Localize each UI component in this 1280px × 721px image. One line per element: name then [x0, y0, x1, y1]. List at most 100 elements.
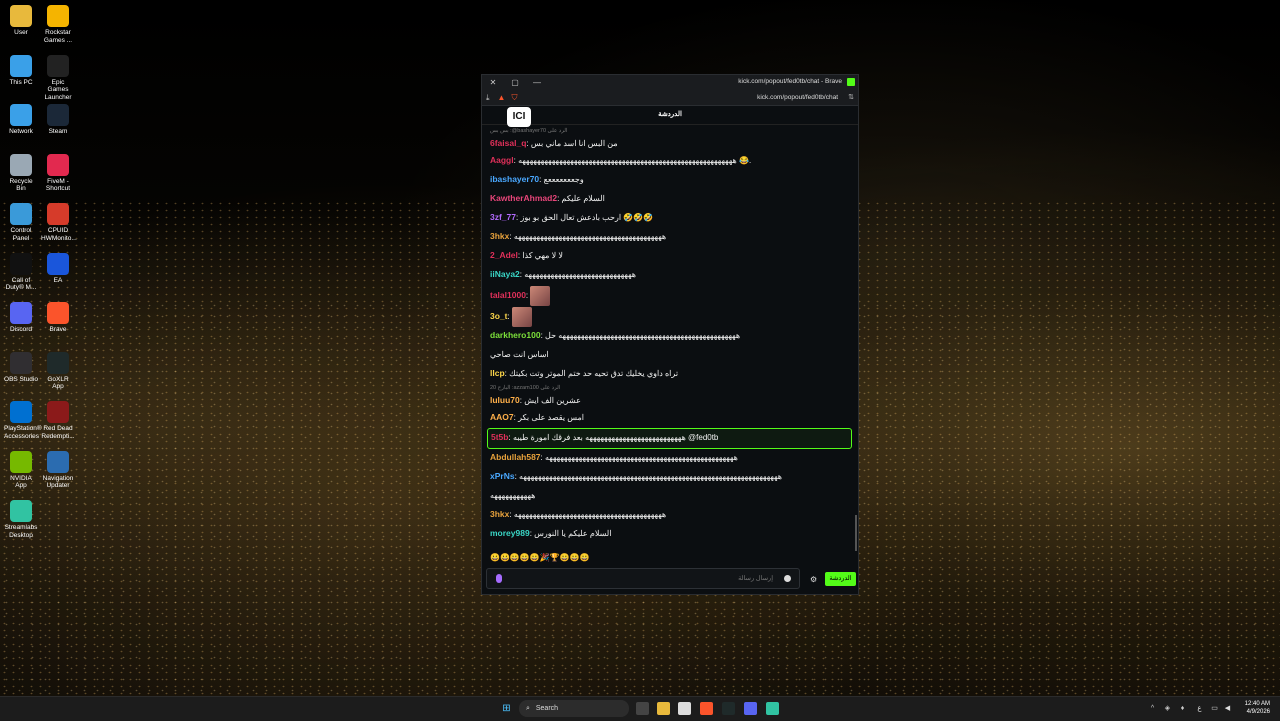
clock[interactable]: 12:40 AM 4/9/2026: [1245, 700, 1270, 716]
chat-text: هههههههههههههههههههههههههههههههههههههههه…: [518, 156, 752, 165]
brave-taskbar-icon[interactable]: [700, 702, 713, 715]
send-button[interactable]: الدردشة: [825, 572, 856, 586]
goxlr-taskbar-icon[interactable]: [722, 702, 735, 715]
chat-username[interactable]: luluu70: [490, 395, 520, 405]
volume-icon[interactable]: ◀: [1221, 702, 1234, 715]
desktop-icon[interactable]: Navigation Updater: [41, 450, 75, 490]
language-indicator[interactable]: ع: [1193, 702, 1206, 715]
game-icon[interactable]: ◈: [1161, 702, 1174, 715]
chat-message[interactable]: llcp: تراه داوي يخليك تدق تحيه حد ختم ال…: [487, 365, 853, 384]
chat-text: هههههههههههههههههههههههههههههههههههههههه…: [545, 331, 741, 340]
desktop-icon[interactable]: Discord: [4, 302, 38, 334]
gear-icon[interactable]: ⚙: [810, 575, 817, 584]
desktop-icon[interactable]: This PC: [4, 54, 38, 87]
share-icon[interactable]: ⇅: [848, 93, 854, 101]
chat-message[interactable]: 3zf_77: ارحب بادعش تعال الحق بو بوز 🤣🤣🤣: [487, 209, 853, 228]
chat-username[interactable]: Abdullah587: [490, 452, 541, 462]
chat-username[interactable]: llcp: [490, 368, 505, 378]
emote-image[interactable]: [530, 285, 551, 306]
chat-username[interactable]: iiNaya2: [490, 269, 520, 279]
chat-message[interactable]: 3o_t:: [487, 306, 853, 327]
emoji-icon[interactable]: [784, 575, 791, 582]
chat-username[interactable]: KawtherAhmad2: [490, 193, 557, 203]
network-icon[interactable]: ▭: [1208, 702, 1221, 715]
streamlabs-taskbar-icon[interactable]: [766, 702, 779, 715]
chat-message[interactable]: اساس انت صاحي: [487, 346, 853, 365]
chat-message[interactable]: KawtherAhmad2: السلام عليكم: [487, 190, 853, 209]
chat-message[interactable]: morey989: السلام عليكم يا النورس: [487, 525, 853, 544]
chat-username[interactable]: 3o_t: [490, 311, 507, 321]
brave-rewards-icon[interactable]: ▲: [498, 93, 506, 102]
chat-username[interactable]: morey989: [490, 528, 530, 538]
chat-username[interactable]: 3hkx: [490, 231, 509, 241]
chat-message[interactable]: Aaggl: ههههههههههههههههههههههههههههههههه…: [487, 152, 853, 171]
desktop-icon[interactable]: CPUID HWMonito...: [41, 203, 77, 242]
chat-message[interactable]: talal1000:: [487, 285, 853, 306]
desktop-icon[interactable]: Network: [4, 104, 38, 136]
chat-message[interactable]: xPrNs: ههههههههههههههههههههههههههههههههه…: [487, 468, 853, 487]
search-box[interactable]: ⌕ Search: [519, 700, 629, 717]
desktop-icon[interactable]: Red Dead Redempti...: [41, 401, 75, 440]
minimize-icon[interactable]: —: [526, 78, 548, 87]
chat-username[interactable]: talal1000: [490, 290, 526, 300]
chat-username[interactable]: ibashayer70: [490, 174, 539, 184]
app-icon: [47, 153, 69, 176]
chat-message[interactable]: Abdullah587: ههههههههههههههههههههههههههه…: [487, 449, 853, 468]
chat-message[interactable]: ibashayer70: وجعععععععع: [487, 171, 853, 190]
desktop-icon[interactable]: FiveM - Shortcut: [41, 153, 75, 193]
desktop-icon[interactable]: Rockstar Games ...: [41, 5, 75, 44]
desktop-icon[interactable]: PlayStation® Accessories: [4, 401, 42, 440]
file-explorer-icon[interactable]: [657, 702, 670, 715]
chat-message[interactable]: هههههههههههه: [487, 487, 853, 506]
chat-message[interactable]: iiNaya2: هههههههههههههههههههههههههههههه: [487, 266, 853, 285]
desktop-icon[interactable]: Call of Duty® M...: [4, 252, 38, 292]
channel-avatar[interactable]: ICI: [507, 107, 531, 127]
chat-username[interactable]: 5t5b: [491, 432, 508, 442]
desktop-icon[interactable]: Streamlabs Desktop: [4, 500, 38, 539]
chat-message[interactable]: AAO7: امس يقصد على بكر: [487, 409, 853, 428]
chat-username[interactable]: 2_Adel: [490, 250, 518, 260]
desktop-icon[interactable]: EA: [41, 252, 75, 285]
mic-icon[interactable]: [496, 574, 502, 583]
chat-message[interactable]: 5t5b: ههههههههههههههههههههههههههه بعد فر…: [487, 428, 852, 449]
desktop-icon[interactable]: Control Panel: [4, 203, 38, 242]
chat-username[interactable]: 3zf_77: [490, 212, 516, 222]
desktop-icon[interactable]: OBS Studio: [4, 351, 38, 384]
task-view-icon[interactable]: [636, 702, 649, 715]
chat-username[interactable]: Aaggl: [490, 155, 514, 165]
close-icon[interactable]: ✕: [482, 78, 504, 87]
message-input-box[interactable]: [486, 568, 800, 589]
chat-message[interactable]: 3hkx: هههههههههههههههههههههههههههههههههه…: [487, 228, 853, 247]
desktop-icon[interactable]: User: [4, 5, 38, 37]
desktop-icon[interactable]: Steam: [41, 104, 75, 136]
desktop-icon[interactable]: NVIDIA App: [4, 450, 38, 490]
desktop-icon[interactable]: Brave: [41, 302, 75, 334]
chat-message[interactable]: darkhero100: ههههههههههههههههههههههههههه…: [487, 327, 853, 346]
url-text[interactable]: kick.com/popout/fed0tb/chat: [757, 94, 838, 101]
emote-image[interactable]: [511, 306, 532, 327]
chat-username[interactable]: 6faisal_q: [490, 138, 526, 148]
chat-message[interactable]: البارح 20 :azzam100 الرد على luluu70: عشر…: [487, 384, 853, 409]
start-icon[interactable]: ⊞: [500, 702, 513, 715]
chat-message[interactable]: بس بس :@bashayer70 الرد على 6faisal_q: من…: [487, 127, 853, 152]
chat-message[interactable]: 2_Adel: لا لا مهي كذا: [487, 247, 853, 266]
emote-bar[interactable]: 😀😀😀😀😀🎉🏆😀😀😀: [490, 553, 640, 565]
chat-username[interactable]: 3hkx: [490, 509, 509, 519]
chat-text: من البس انا اسد ماني بس: [530, 139, 618, 148]
desktop-icon[interactable]: Recycle Bin: [4, 153, 38, 193]
chat-scrollbar[interactable]: [855, 515, 857, 551]
desktop-icon[interactable]: GoXLR App: [41, 351, 75, 391]
discord-taskbar-icon[interactable]: [744, 702, 757, 715]
message-input[interactable]: [571, 574, 775, 583]
chat-message[interactable]: 3hkx: هههههههههههههههههههههههههههههههههه…: [487, 506, 853, 525]
chevron-up-icon[interactable]: ^: [1146, 702, 1159, 715]
maximize-icon[interactable]: ▢: [504, 78, 526, 87]
calendar-app-icon[interactable]: [678, 702, 691, 715]
mic-tray-icon[interactable]: ♦: [1176, 702, 1189, 715]
brave-shield-icon[interactable]: ⛉: [511, 93, 517, 103]
chat-username[interactable]: darkhero100: [490, 330, 541, 340]
download-icon[interactable]: ⤓: [486, 93, 490, 103]
chat-username[interactable]: xPrNs: [490, 471, 515, 481]
chat-username[interactable]: AAO7: [490, 412, 514, 422]
desktop-icon[interactable]: Epic Games Launcher: [41, 54, 75, 102]
